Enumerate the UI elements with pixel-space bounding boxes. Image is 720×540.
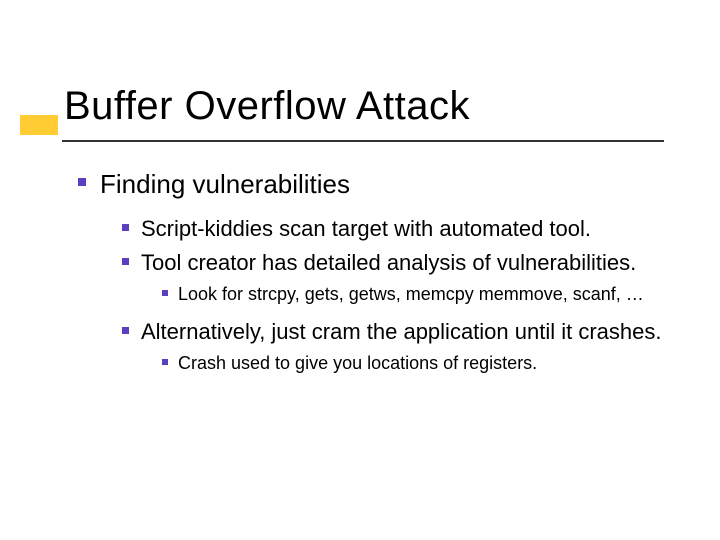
accent-bar (20, 115, 58, 135)
slide-title: Buffer Overflow Attack (64, 84, 470, 129)
list-item-text: Tool creator has detailed analysis of vu… (141, 249, 636, 277)
list-item-text: Crash used to give you locations of regi… (178, 352, 537, 375)
square-bullet-icon (162, 359, 168, 365)
list-item: Look for strcpy, gets, getws, memcpy mem… (162, 283, 678, 306)
list-item: Tool creator has detailed analysis of vu… (122, 249, 678, 277)
list-item-text: Look for strcpy, gets, getws, memcpy mem… (178, 283, 644, 306)
square-bullet-icon (78, 178, 86, 186)
list-item-text: Finding vulnerabilities (100, 168, 350, 201)
square-bullet-icon (122, 327, 129, 334)
slide-body: Finding vulnerabilities Script-kiddies s… (78, 168, 678, 380)
list-item-text: Script-kiddies scan target with automate… (141, 215, 591, 243)
list-item-text: Alternatively, just cram the application… (141, 318, 662, 346)
list-item: Finding vulnerabilities (78, 168, 678, 201)
list-item: Alternatively, just cram the application… (122, 318, 678, 346)
title-underline (62, 140, 664, 142)
square-bullet-icon (122, 224, 129, 231)
list-item: Script-kiddies scan target with automate… (122, 215, 678, 243)
square-bullet-icon (122, 258, 129, 265)
square-bullet-icon (162, 290, 168, 296)
list-item: Crash used to give you locations of regi… (162, 352, 678, 375)
